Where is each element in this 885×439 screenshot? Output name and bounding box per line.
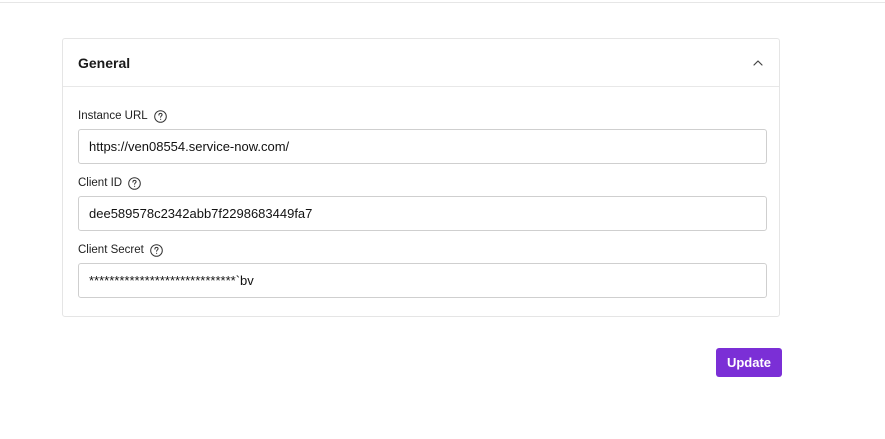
top-divider: [0, 0, 885, 3]
client-id-field: Client ID: [78, 176, 767, 231]
instance-url-label: Instance URL: [78, 110, 148, 122]
question-circle-icon[interactable]: [150, 243, 163, 257]
client-secret-field: Client Secret **************************…: [78, 243, 767, 298]
update-button[interactable]: Update: [716, 348, 782, 377]
client-secret-label: Client Secret: [78, 244, 144, 256]
client-id-input[interactable]: [78, 196, 767, 231]
instance-url-field: Instance URL: [78, 109, 767, 164]
question-circle-icon[interactable]: [128, 176, 141, 190]
card-body: Instance URL Client ID: [63, 87, 779, 298]
instance-url-input[interactable]: [78, 129, 767, 164]
client-secret-value: *****************************`bv: [89, 273, 254, 288]
chevron-up-icon[interactable]: [752, 57, 764, 69]
client-id-label: Client ID: [78, 177, 123, 189]
general-section-header[interactable]: General: [63, 39, 779, 87]
client-secret-input[interactable]: *****************************`bv: [78, 263, 767, 298]
general-settings-card: General Instance URL https://ven08554.se…: [62, 38, 780, 317]
question-circle-icon[interactable]: [153, 109, 167, 123]
section-title: General: [78, 54, 131, 71]
